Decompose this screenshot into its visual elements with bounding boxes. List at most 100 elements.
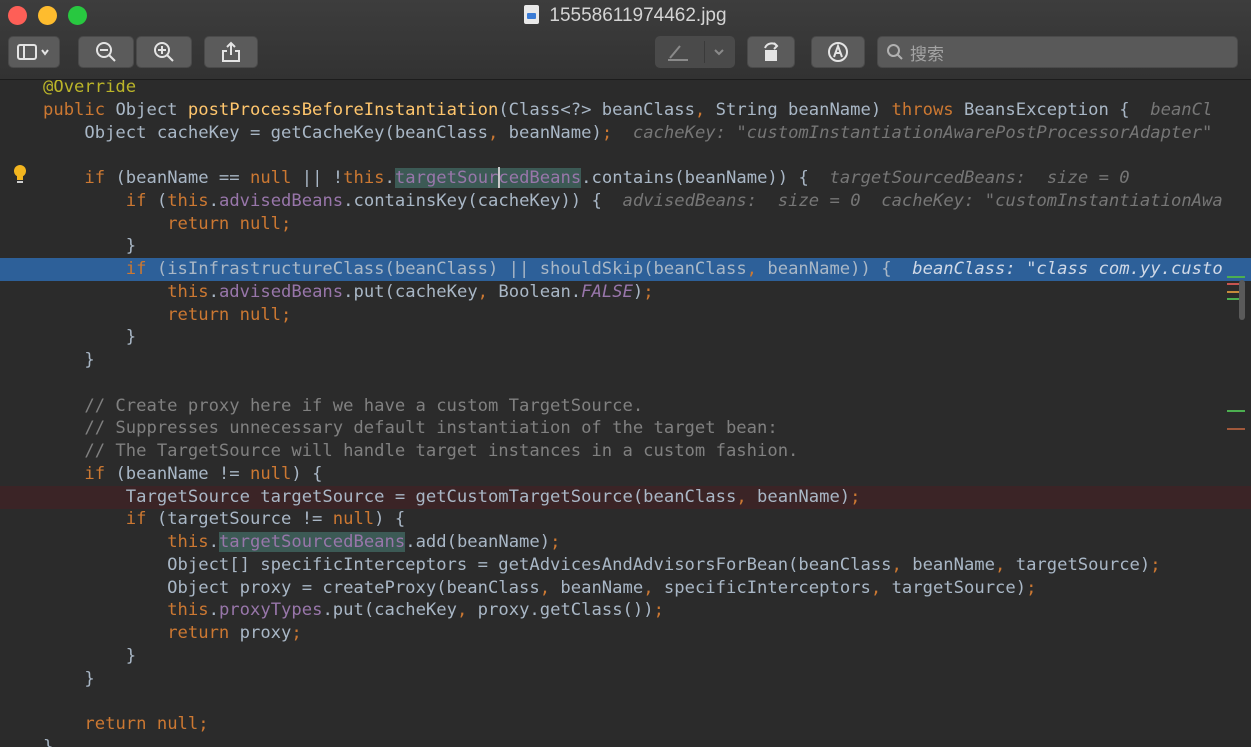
share-button[interactable] — [204, 36, 258, 68]
code-token: } — [43, 327, 137, 348]
code-line: public Object postProcessBeforeInstantia… — [0, 99, 1251, 122]
share-icon — [222, 41, 240, 62]
code-token: if — [84, 463, 116, 484]
markup-toolbar-button[interactable] — [655, 36, 735, 68]
code-token: if — [84, 168, 116, 188]
code-line: if (targetSource != null) { — [0, 508, 1251, 531]
code-token: targetSourcedBeans — [394, 168, 582, 188]
code-token: Object cacheKey = getCacheKey(beanClass — [43, 122, 488, 143]
code-token: advisedBeans — [218, 281, 344, 302]
zoom-out-button[interactable] — [78, 36, 134, 68]
code-line: if (beanName != null) { — [0, 463, 1251, 486]
code-token: null — [249, 168, 302, 188]
code-token: throws — [891, 99, 964, 120]
code-token: ; — [643, 281, 654, 302]
editor-scrollbar-thumb — [1239, 280, 1245, 320]
code-line: if (this.advisedBeans.containsKey(cacheK… — [0, 190, 1251, 213]
window-title: 15558611974462.jpg — [0, 4, 1251, 28]
code-token: beanName — [912, 554, 996, 575]
code-line: Object proxy = createProxy(beanClass, be… — [0, 577, 1251, 600]
code-token: . — [208, 600, 219, 621]
code-token: . — [208, 532, 219, 552]
code-token: proxy — [239, 623, 292, 643]
gutter-mark-orange — [1227, 428, 1245, 430]
code-token: , — [694, 99, 716, 120]
code-token: return — [167, 623, 240, 643]
code-token: ( — [156, 190, 168, 211]
code-line: if (isInfrastructureClass(beanClass) || … — [0, 258, 1251, 281]
code-token: return null; — [167, 304, 292, 325]
code-token: // The TargetSource will handle target i… — [43, 441, 799, 461]
code-token: proxy.getClass()) — [477, 600, 654, 621]
chevron-down-icon — [713, 49, 724, 56]
code-token: , — [891, 554, 913, 575]
code-line: this.advisedBeans.put(cacheKey, Boolean.… — [0, 281, 1251, 304]
zoom-in-button[interactable] — [136, 36, 192, 68]
code-token: (targetSource != — [156, 509, 333, 530]
code-token: . — [208, 190, 219, 211]
code-token: , — [539, 577, 561, 598]
code-token: (isInfrastructureClass(beanClass) || sho… — [156, 259, 747, 279]
code-token: beanName)) { — [767, 259, 913, 279]
code-token: , — [736, 486, 758, 507]
code-token: Object[] specificInterceptors = getAdvic… — [43, 554, 892, 575]
code-token: Object proxy = createProxy(beanClass — [43, 577, 540, 598]
code-editor-image: @Override public Object postProcessBefore… — [0, 80, 1251, 747]
sidebar-icon — [17, 44, 49, 60]
code-token: } — [43, 236, 137, 257]
code-token: , — [746, 259, 768, 279]
code-token: // Suppresses unnecessary default instan… — [43, 418, 778, 439]
rotate-button[interactable] — [747, 36, 795, 68]
code-token: null — [249, 463, 292, 484]
code-line: return proxy; — [0, 622, 1251, 645]
code-token: , — [995, 554, 1016, 575]
code-line: } — [0, 349, 1251, 372]
code-token: advisedBeans: size = 0 cacheKey: "custom… — [622, 190, 1223, 211]
code-token: targetSource) — [891, 577, 1027, 598]
rotate-icon — [764, 42, 779, 61]
code-token: proxyTypes — [218, 600, 323, 621]
code-token: ; — [601, 122, 633, 143]
code-token: ; — [1150, 554, 1161, 575]
annotate-icon — [828, 42, 848, 62]
annotate-button[interactable] — [811, 36, 865, 68]
code-token: } — [43, 645, 137, 666]
code-token: FALSE — [581, 281, 633, 302]
code-token: , — [870, 577, 892, 598]
search-field[interactable]: 搜索 — [877, 36, 1238, 68]
sidebar-toggle-button[interactable] — [8, 36, 60, 68]
code-token: @Override — [43, 80, 137, 97]
window-title-text: 15558611974462.jpg — [549, 5, 727, 26]
code-token: advisedBeans — [218, 190, 344, 211]
code-token: beanName) — [757, 486, 851, 507]
code-token: ) { — [374, 509, 406, 530]
code-token: if — [125, 509, 157, 530]
code-token: this — [167, 532, 209, 552]
code-token: String beanName) — [715, 99, 892, 120]
zoom-out-icon — [96, 42, 116, 62]
code-token: , — [487, 122, 509, 143]
code-token: || ! — [301, 168, 344, 188]
code-line: TargetSource targetSource = getCustomTar… — [0, 485, 1251, 509]
code-token: this — [167, 190, 209, 211]
code-token: .put(cacheKey — [343, 281, 478, 302]
code-token: (beanName != — [115, 463, 250, 484]
code-token: beanName — [560, 577, 644, 598]
code-token: ; — [653, 600, 664, 621]
code-line: // Create proxy here if we have a custom… — [0, 395, 1251, 418]
code-token: ; — [850, 486, 861, 507]
code-line: Object cacheKey = getCacheKey(beanClass,… — [0, 122, 1251, 145]
code-token: (beanName == — [115, 168, 250, 188]
code-token: ; — [291, 623, 302, 643]
code-token: cacheKey: "customInstantiationAwarePostP… — [632, 122, 1213, 143]
search-icon — [887, 44, 903, 60]
code-token: BeansException { — [963, 99, 1151, 120]
